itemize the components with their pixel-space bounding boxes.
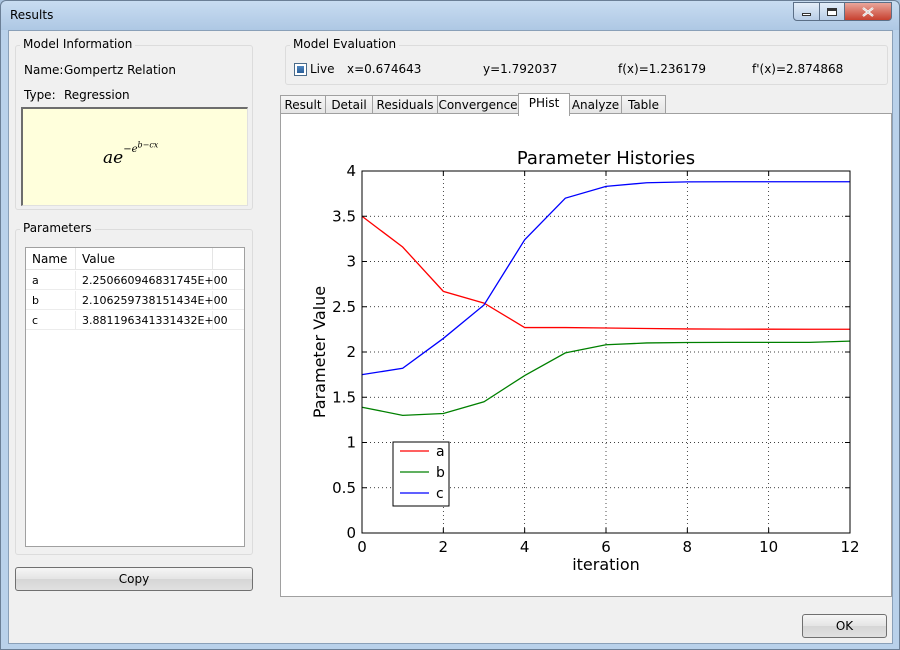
formula-exponent-superscript: b−cx [137, 141, 159, 150]
param-value-cell: 2.106259738151434E+00 [76, 291, 228, 310]
param-name-cell: a [26, 271, 76, 290]
tab-phist[interactable]: PHist [518, 93, 570, 116]
y-tick-label: 3.5 [332, 207, 356, 225]
y-tick-label: 1.5 [332, 388, 356, 406]
dialog-client-area: Model Information Name: Gompertz Relatio… [8, 30, 893, 644]
window-title: Results [10, 8, 54, 22]
type-label: Type: [24, 88, 56, 102]
live-checkbox[interactable] [294, 63, 307, 76]
checkbox-check-icon [297, 66, 304, 73]
column-header-name[interactable]: Name [26, 248, 76, 270]
table-row[interactable]: c 3.881196341331432E+00 [26, 311, 244, 330]
model-evaluation-title: Model Evaluation [290, 37, 400, 51]
copy-button[interactable]: Copy [15, 567, 253, 591]
parameters-table[interactable]: Name Value a 2.250660946831745E+00 b 2.1… [25, 247, 245, 547]
x-tick-label: 12 [840, 538, 859, 556]
parameters-title: Parameters [20, 221, 95, 235]
chart-title: Parameter Histories [517, 148, 695, 169]
x-value: x=0.674643 [347, 62, 422, 76]
minimize-icon [802, 13, 811, 16]
phist-tab-panel: 0 2 4 6 8 10 12 0 0.5 1 1.5 2 2.5 3 3.5 4 Parameter His… [280, 113, 892, 597]
tab-result[interactable]: Result [280, 95, 326, 115]
model-formula: ae−eb−cx [103, 141, 158, 168]
table-row[interactable]: a 2.250660946831745E+00 [26, 271, 244, 290]
legend-label-a: a [436, 444, 445, 460]
maximize-button[interactable] [819, 2, 845, 21]
y-tick-label: 0 [346, 524, 356, 542]
tab-detail[interactable]: Detail [325, 95, 373, 115]
y-tick-label: 2 [346, 343, 356, 361]
param-value-cell: 3.881196341331432E+00 [76, 311, 228, 330]
formula-exponent-prefix: −e [123, 144, 138, 156]
param-name-cell: c [26, 311, 76, 330]
formula-base: ae [103, 147, 124, 168]
formula-display: ae−eb−cx [21, 107, 248, 206]
param-name-cell: b [26, 291, 76, 310]
title-bar[interactable]: Results [1, 1, 899, 30]
y-tick-label: 1 [346, 434, 356, 452]
param-value-cell: 2.250660946831745E+00 [76, 271, 228, 290]
tab-residuals[interactable]: Residuals [372, 95, 438, 115]
legend-label-c: c [436, 486, 444, 502]
legend-label-b: b [436, 465, 445, 481]
model-type-value: Regression [64, 88, 130, 102]
model-information-title: Model Information [20, 37, 136, 51]
x-axis-label: iteration [572, 555, 640, 574]
y-value: y=1.792037 [483, 62, 558, 76]
tab-convergence[interactable]: Convergence [437, 95, 519, 115]
x-tick-label: 0 [357, 538, 367, 556]
x-tick-label: 8 [683, 538, 693, 556]
ok-button[interactable]: OK [802, 614, 887, 638]
y-tick-label: 0.5 [332, 479, 356, 497]
y-tick-label: 3 [346, 253, 356, 271]
close-icon [862, 6, 874, 17]
name-label: Name: [24, 63, 64, 77]
x-tick-label: 4 [520, 538, 530, 556]
x-tick-label: 2 [439, 538, 449, 556]
results-window: Results Model Information Name: Gompertz… [0, 0, 900, 650]
minimize-button[interactable] [793, 2, 820, 21]
maximize-icon [827, 7, 837, 16]
live-label[interactable]: Live [310, 62, 335, 76]
parameter-histories-chart: 0 2 4 6 8 10 12 0 0.5 1 1.5 2 2.5 3 3.5 4 Parameter His… [281, 114, 891, 596]
table-header: Name Value [26, 248, 244, 270]
column-header-value[interactable]: Value [76, 248, 213, 270]
y-tick-label: 2.5 [332, 298, 356, 316]
chart-legend: abc [392, 441, 450, 507]
fx-value: f(x)=1.236179 [618, 62, 707, 76]
fprime-x-value: f'(x)=2.874868 [752, 62, 844, 76]
tab-table[interactable]: Table [621, 95, 666, 115]
y-tick-label: 4 [346, 162, 356, 180]
table-row[interactable]: b 2.106259738151434E+00 [26, 291, 244, 310]
close-button[interactable] [844, 2, 892, 21]
x-tick-label: 10 [759, 538, 778, 556]
x-tick-label: 6 [601, 538, 611, 556]
y-axis-label: Parameter Value [310, 286, 329, 418]
tab-analyze[interactable]: Analyze [569, 95, 622, 115]
model-name-value: Gompertz Relation [64, 63, 176, 77]
